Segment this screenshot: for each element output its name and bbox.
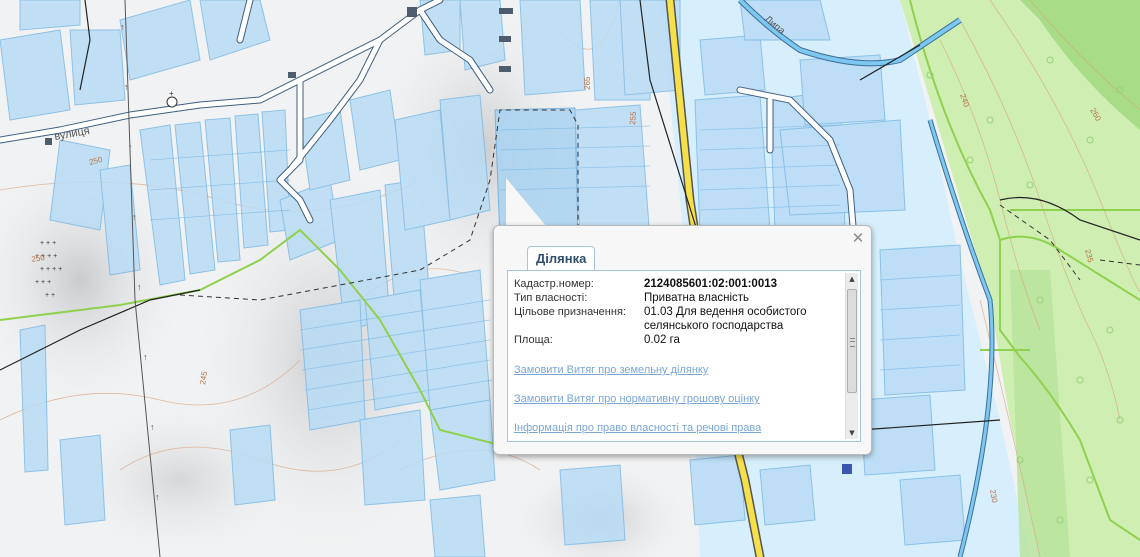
popup-links: Замовити Витяг про земельну ділянку Замо… bbox=[514, 363, 844, 441]
svg-text:↑: ↑ bbox=[132, 212, 137, 222]
field-ownership-type: Тип власності: Приватна власність bbox=[514, 291, 844, 305]
scroll-thumb[interactable] bbox=[847, 289, 857, 393]
svg-text:↑: ↑ bbox=[124, 82, 129, 92]
contour-label: 265 bbox=[583, 76, 592, 90]
field-label: Тип власності: bbox=[514, 292, 588, 304]
parcel-info-popup: ✕ Ділянка Кадастр.номер: 2124085601:02:0… bbox=[493, 225, 872, 455]
close-icon[interactable]: ✕ bbox=[851, 231, 865, 246]
svg-text:+ + + +: + + + + bbox=[40, 266, 62, 273]
field-purpose: Цільове призначення: 01.03 Для ведення о… bbox=[514, 305, 844, 333]
contour-label: 255 bbox=[628, 111, 638, 126]
svg-text:+: + bbox=[169, 89, 174, 98]
popup-content: Кадастр.номер: 2124085601:02:001:0013 Ти… bbox=[507, 270, 861, 442]
svg-text:↑: ↑ bbox=[128, 142, 133, 152]
field-value: 2124085601:02:001:0013 bbox=[644, 278, 778, 290]
svg-text:↑: ↑ bbox=[120, 22, 125, 32]
popup-scrollbar[interactable]: ▲ ▼ bbox=[845, 273, 858, 439]
field-value: 01.03 Для ведення особистого селянського… bbox=[644, 306, 807, 332]
svg-text:↑: ↑ bbox=[155, 492, 160, 502]
svg-text:+ + +: + + + bbox=[40, 240, 56, 247]
order-valuation-extract-link[interactable]: Замовити Витяг про нормативну грошову оц… bbox=[514, 392, 844, 406]
field-label: Цільове призначення: bbox=[514, 306, 626, 318]
popup-pointer bbox=[506, 178, 546, 226]
svg-text:↑: ↑ bbox=[137, 282, 142, 292]
scroll-up-icon[interactable]: ▲ bbox=[846, 273, 858, 285]
parcel-fields: Кадастр.номер: 2124085601:02:001:0013 Ти… bbox=[514, 277, 844, 347]
svg-text:↑: ↑ bbox=[143, 352, 148, 362]
field-label: Кадастр.номер: bbox=[514, 278, 594, 290]
field-value: Приватна власність bbox=[644, 292, 750, 304]
field-label: Площа: bbox=[514, 334, 553, 346]
field-value: 0.02 га bbox=[644, 334, 680, 346]
tab-parcel[interactable]: Ділянка bbox=[527, 246, 596, 270]
field-area: Площа: 0.02 га bbox=[514, 333, 844, 347]
svg-text:↑: ↑ bbox=[150, 422, 155, 432]
svg-text:+ +: + + bbox=[45, 292, 55, 299]
scroll-down-icon[interactable]: ▼ bbox=[846, 427, 858, 439]
field-cadastral-number: Кадастр.номер: 2124085601:02:001:0013 bbox=[514, 277, 844, 291]
order-land-extract-link[interactable]: Замовити Витяг про земельну ділянку bbox=[514, 363, 844, 377]
ownership-rights-info-link[interactable]: Інформація про право власності та речові… bbox=[514, 421, 844, 435]
svg-text:+ + +: + + + bbox=[35, 279, 51, 286]
